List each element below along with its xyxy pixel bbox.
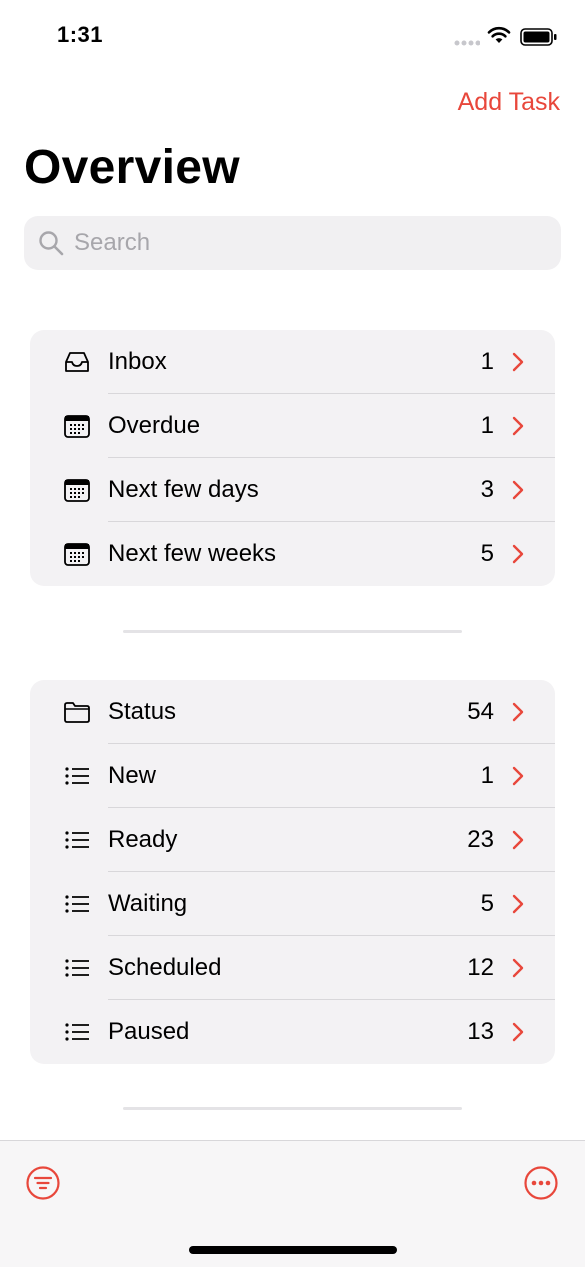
- calendar-icon: [64, 479, 90, 502]
- chevron-right-icon: [512, 830, 524, 850]
- list-row-inbox[interactable]: Inbox 1: [30, 330, 555, 394]
- chevron-right-icon: [512, 480, 524, 500]
- list-count: 3: [480, 476, 494, 503]
- more-icon[interactable]: [523, 1165, 559, 1201]
- calendar-icon: [64, 415, 90, 438]
- chevron-right-icon: [512, 702, 524, 722]
- filter-icon[interactable]: [25, 1165, 61, 1201]
- chevron-right-icon: [512, 894, 524, 914]
- home-indicator: [189, 1246, 397, 1254]
- smart-lists-group: Inbox 1 Overdue 1 Next few days 3 Next f…: [30, 330, 555, 586]
- search-icon: [39, 231, 64, 256]
- list-count: 1: [480, 412, 494, 439]
- list-label: Paused: [108, 1018, 190, 1045]
- list-count: 54: [467, 698, 494, 725]
- chevron-right-icon: [512, 352, 524, 372]
- status-lists-group: Status 54 New 1 Ready 23 Waiting 5 Sched…: [30, 680, 555, 1064]
- page-title: Overview: [24, 141, 240, 194]
- list-count: 12: [467, 954, 494, 981]
- wifi-icon: [487, 26, 511, 43]
- chevron-right-icon: [512, 1022, 524, 1042]
- chevron-right-icon: [512, 766, 524, 786]
- list-row-next-few-weeks[interactable]: Next few weeks 5: [30, 522, 555, 586]
- list-label: Waiting: [108, 890, 188, 917]
- list-count: 1: [480, 762, 494, 789]
- list-label: Ready: [108, 826, 178, 853]
- list-count: 13: [467, 1018, 494, 1045]
- folder-icon: [64, 702, 90, 723]
- list-label: Status: [108, 698, 177, 725]
- cellular-signal-icon: [454, 40, 480, 46]
- list-count: 1: [480, 348, 494, 375]
- list-icon: [65, 1023, 89, 1041]
- battery-icon: [520, 28, 557, 46]
- list-icon: [65, 895, 89, 913]
- list-row-ready[interactable]: Ready 23: [30, 808, 555, 872]
- list-row-status[interactable]: Status 54: [30, 680, 555, 744]
- list-row-next-few-days[interactable]: Next few days 3: [30, 458, 555, 522]
- list-label: Inbox: [108, 348, 167, 375]
- list-label: Next few weeks: [108, 540, 277, 567]
- chevron-right-icon: [512, 416, 524, 436]
- list-icon: [65, 959, 89, 977]
- list-icon: [65, 767, 89, 785]
- chevron-right-icon: [512, 544, 524, 564]
- list-icon: [65, 831, 89, 849]
- list-label: Scheduled: [108, 954, 222, 981]
- list-count: 5: [480, 890, 494, 917]
- search-field[interactable]: Search: [24, 216, 561, 270]
- status-time: 1:31: [57, 22, 104, 47]
- list-count: 23: [467, 826, 494, 853]
- search-placeholder: Search: [74, 229, 151, 256]
- list-row-overdue[interactable]: Overdue 1: [30, 394, 555, 458]
- list-label: New: [108, 762, 157, 789]
- status-bar: 1:31: [0, 0, 585, 70]
- tray-icon: [65, 352, 89, 372]
- section-separator: [123, 1107, 462, 1110]
- list-row-new[interactable]: New 1: [30, 744, 555, 808]
- chevron-right-icon: [512, 958, 524, 978]
- list-row-paused[interactable]: Paused 13: [30, 1000, 555, 1064]
- section-separator: [123, 630, 462, 633]
- add-task-button[interactable]: Add Task: [458, 88, 560, 117]
- list-row-waiting[interactable]: Waiting 5: [30, 872, 555, 936]
- list-count: 5: [480, 540, 494, 567]
- list-label: Next few days: [108, 476, 259, 503]
- list-row-scheduled[interactable]: Scheduled 12: [30, 936, 555, 1000]
- calendar-icon: [64, 543, 90, 566]
- list-label: Overdue: [108, 412, 201, 439]
